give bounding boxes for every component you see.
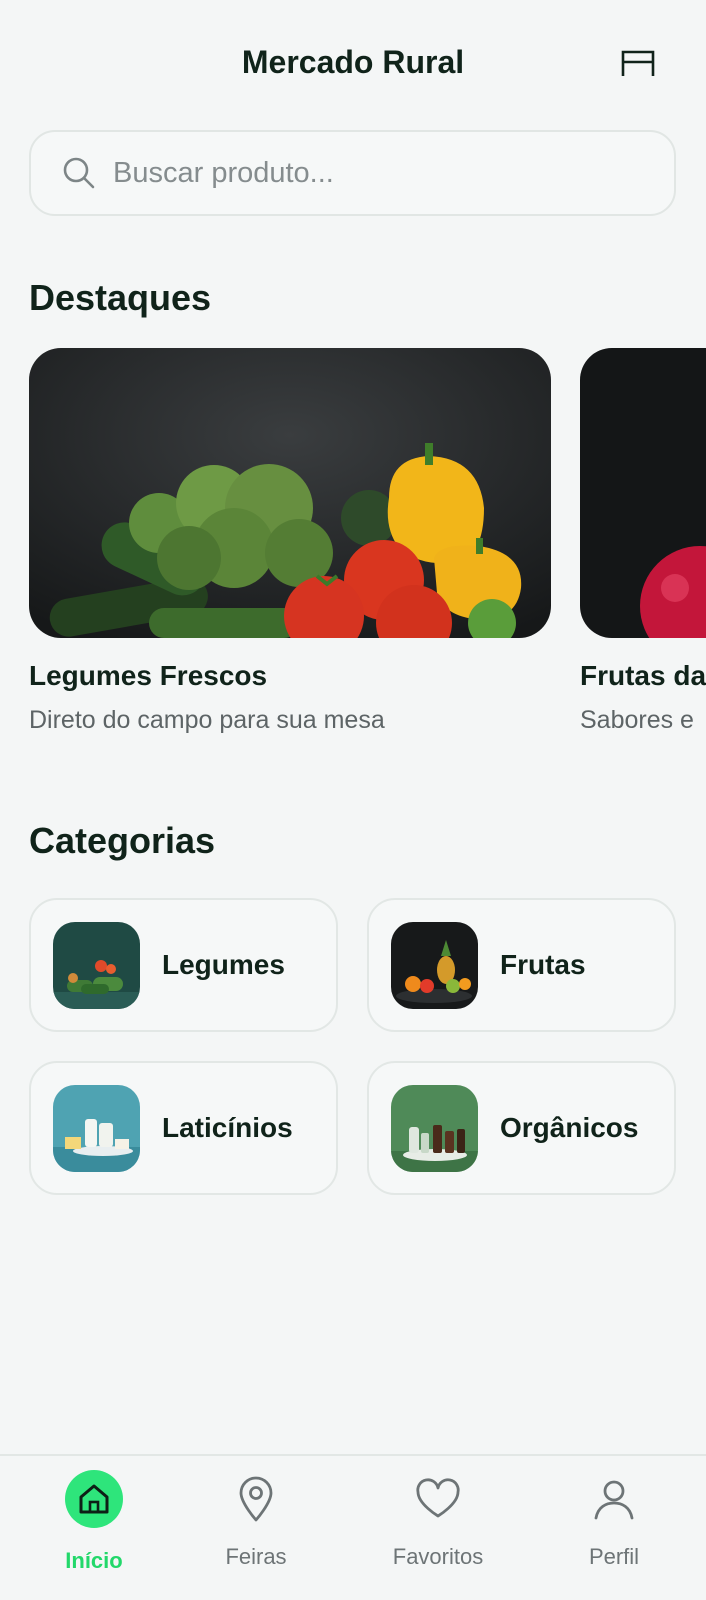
category-thumbnail [53, 921, 140, 1009]
nav-item-profile[interactable]: Perfil [534, 1456, 694, 1600]
bed-icon [621, 50, 655, 76]
category-card-vegetables[interactable]: Legumes [29, 898, 338, 1032]
category-card-dairy[interactable]: Laticínios [29, 1061, 338, 1195]
app-header: Mercado Rural [0, 0, 706, 130]
categories-section-title: Categorias [29, 820, 216, 861]
featured-card-title: Frutas da [580, 660, 706, 691]
featured-section-title: Destaques [29, 277, 212, 318]
category-label: Frutas [500, 949, 586, 980]
nav-item-label: Feiras [225, 1544, 287, 1569]
nav-item-label: Início [65, 1548, 123, 1573]
user-icon [585, 1470, 643, 1528]
featured-card-fruits[interactable]: Frutas da Sabores e [580, 348, 706, 735]
featured-card-image [29, 348, 551, 638]
category-thumbnail [53, 1084, 140, 1172]
featured-card-title: Legumes Frescos [29, 660, 268, 691]
featured-card-subtitle: Direto do campo para sua mesa [29, 706, 385, 734]
search-icon [59, 153, 99, 193]
heart-icon [409, 1470, 467, 1528]
category-card-organics[interactable]: Orgânicos [367, 1061, 676, 1195]
category-label: Legumes [162, 949, 285, 980]
category-thumbnail [391, 1084, 478, 1172]
featured-card-image [580, 348, 706, 638]
category-card-fruits[interactable]: Frutas [367, 898, 676, 1032]
nav-item-home[interactable]: Início [14, 1456, 174, 1600]
category-label: Laticínios [162, 1112, 293, 1143]
header-action-button[interactable] [616, 44, 660, 84]
category-label: Orgânicos [500, 1112, 639, 1143]
category-thumbnail [391, 921, 478, 1009]
nav-item-favorites[interactable]: Favoritos [358, 1456, 518, 1600]
search-bar[interactable] [29, 130, 676, 216]
home-icon [65, 1470, 123, 1528]
featured-card-vegetables[interactable]: Legumes Frescos Direto do campo para sua… [29, 348, 551, 735]
nav-item-fairs[interactable]: Feiras [176, 1456, 336, 1600]
app-title: Mercado Rural [241, 44, 465, 80]
nav-item-label: Favoritos [392, 1544, 484, 1569]
search-input[interactable] [113, 156, 633, 190]
featured-card-subtitle: Sabores e [580, 706, 694, 734]
map-pin-icon [227, 1470, 285, 1528]
featured-carousel[interactable]: Legumes Frescos Direto do campo para sua… [0, 348, 706, 748]
nav-item-label: Perfil [588, 1544, 640, 1569]
bottom-navigation: Início Feiras Favoritos Perfil [0, 1454, 706, 1600]
